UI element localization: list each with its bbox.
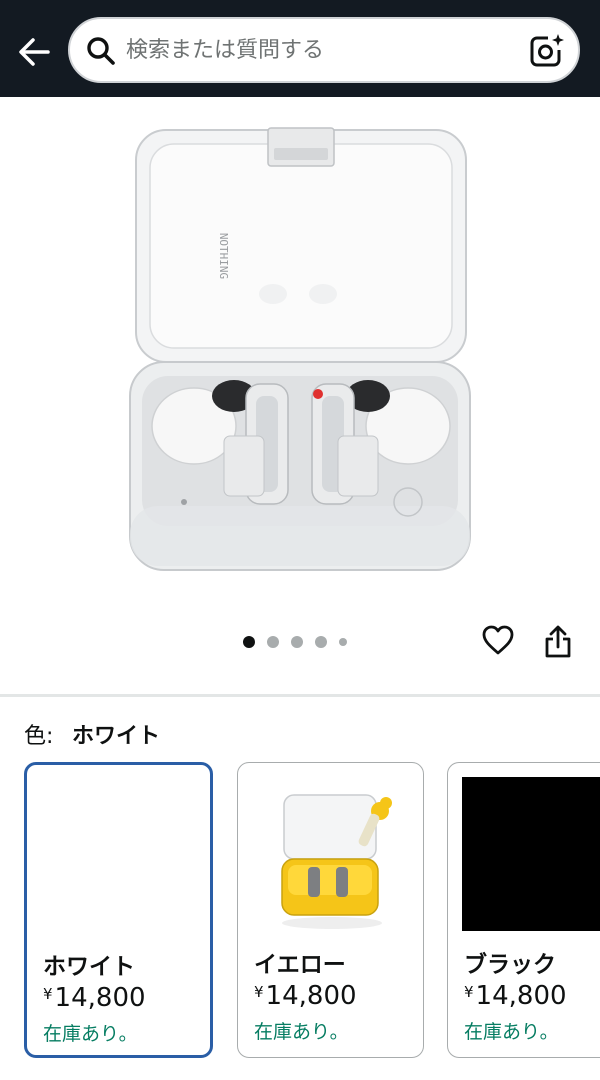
color-swatch-yellow[interactable]: イエロー ¥14,800 在庫あり。 (237, 762, 424, 1058)
color-swatch-black[interactable]: ブラック ¥14,800 在庫あり。 (447, 762, 600, 1058)
heart-icon (482, 625, 514, 655)
carousel-dot[interactable] (243, 636, 255, 648)
selected-color-name: ホワイト (72, 724, 161, 749)
currency-symbol: ¥ (43, 985, 53, 1003)
carousel-dot[interactable] (267, 636, 279, 648)
back-button[interactable] (14, 32, 54, 72)
swatch-image-white (41, 777, 201, 937)
swatch-name: イエロー (254, 952, 346, 978)
color-label: 色: (24, 724, 54, 749)
swatch-price: ¥14,800 (464, 981, 567, 1011)
product-image[interactable]: NOTHING (128, 126, 472, 578)
share-button[interactable] (538, 620, 578, 664)
svg-text:NOTHING: NOTHING (217, 233, 230, 279)
search-bar[interactable] (68, 17, 580, 83)
currency-symbol: ¥ (254, 983, 264, 1001)
price-value: 14,800 (265, 981, 357, 1011)
carousel-dots (243, 634, 347, 650)
price-value: 14,800 (475, 981, 567, 1011)
stock-status: 在庫あり。 (464, 1021, 559, 1043)
stock-status: 在庫あり。 (43, 1023, 138, 1045)
carousel-dot[interactable] (291, 636, 303, 648)
swatch-price: ¥14,800 (43, 983, 146, 1013)
arrow-left-icon (19, 38, 50, 66)
carousel-dot[interactable] (339, 638, 347, 646)
swatch-image-black (462, 777, 600, 931)
favorite-button[interactable] (478, 620, 518, 660)
stock-status: 在庫あり。 (254, 1021, 349, 1043)
currency-symbol: ¥ (464, 983, 474, 1001)
search-icon (87, 37, 115, 65)
carousel-dot[interactable] (315, 636, 327, 648)
color-swatch-white[interactable]: ホワイト ¥14,800 在庫あり。 (24, 762, 213, 1058)
share-icon (545, 625, 571, 658)
top-bar (0, 0, 600, 97)
price-value: 14,800 (54, 983, 146, 1013)
search-input[interactable] (126, 29, 506, 71)
swatch-name: ブラック (464, 952, 556, 978)
swatch-name: ホワイト (43, 954, 135, 980)
section-divider (0, 694, 600, 697)
camera-lens-icon[interactable] (528, 33, 564, 69)
swatch-image-yellow (252, 775, 412, 935)
swatch-price: ¥14,800 (254, 981, 357, 1011)
